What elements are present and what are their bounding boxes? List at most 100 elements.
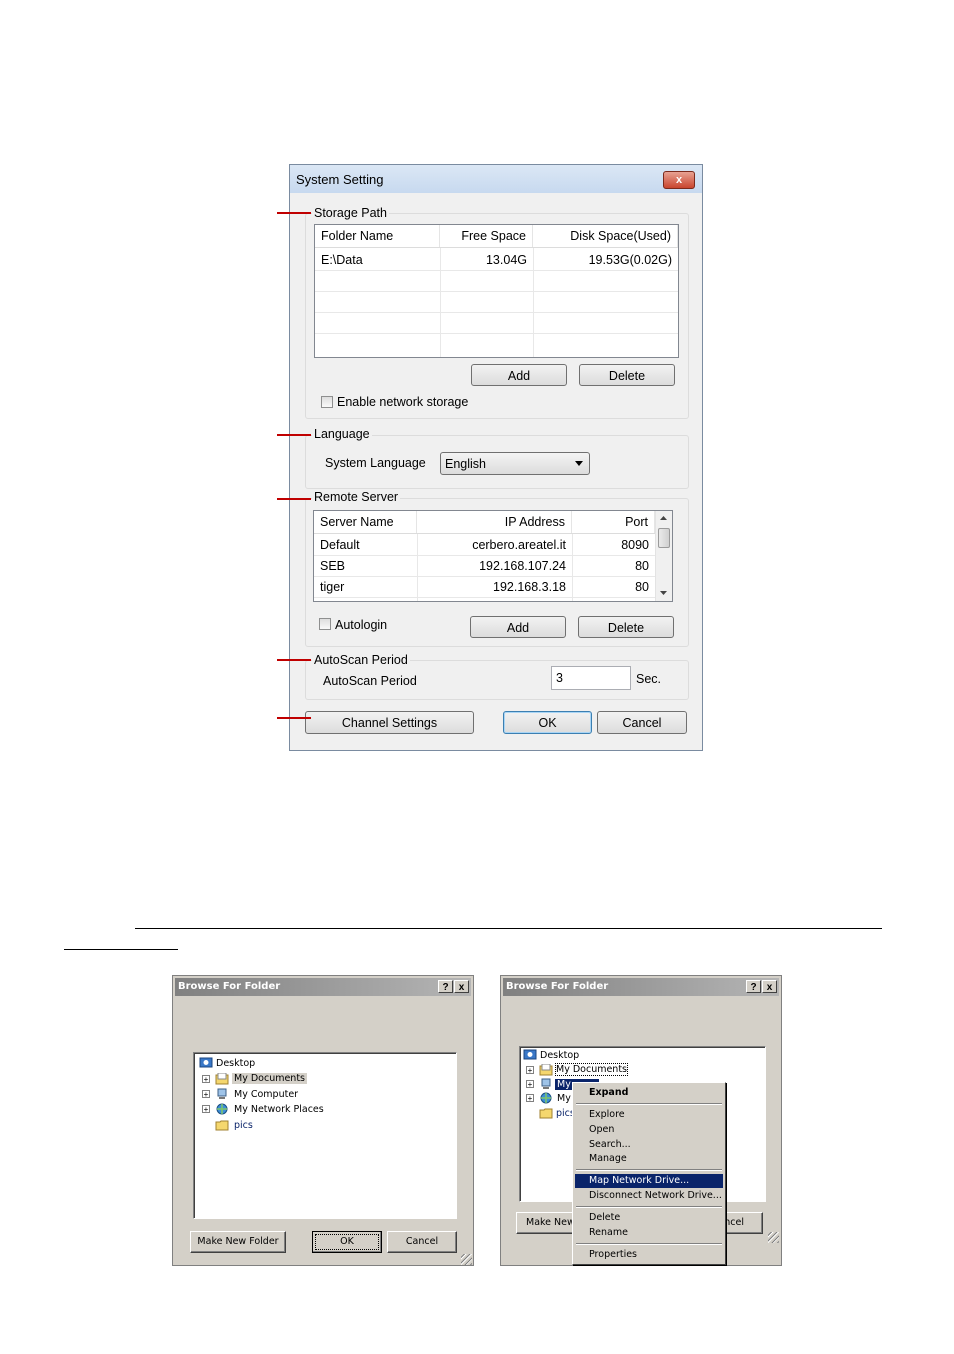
cancel-button[interactable]: Cancel (597, 711, 687, 734)
server-cell-port: 8090 (621, 538, 649, 552)
ok-button[interactable]: OK (503, 711, 592, 734)
expand-icon[interactable]: + (526, 1066, 534, 1075)
browse-folder-dialog-left: Browse For Folder ? x Desktop + My Docum… (172, 975, 474, 1266)
tree-item-my-network-places[interactable]: My (557, 1093, 571, 1104)
tree-item-my-computer[interactable]: My Computer (234, 1089, 298, 1100)
channel-settings-button[interactable]: Channel Settings (305, 711, 474, 734)
computer-icon (217, 1088, 227, 1099)
resize-grip[interactable] (461, 1254, 472, 1265)
computer-icon (541, 1078, 551, 1089)
network-icon (540, 1092, 552, 1104)
language-select[interactable]: English (440, 452, 590, 475)
tree-item-pics[interactable]: pics (234, 1120, 253, 1131)
expand-icon[interactable]: + (526, 1080, 534, 1089)
context-menu: Expand Explore Open Search... Manage Map… (572, 1082, 726, 1265)
menu-item-rename[interactable]: Rename (575, 1226, 723, 1240)
server-cell-port: 80 (635, 559, 649, 573)
scroll-up-icon[interactable] (660, 516, 667, 520)
tree-item-desktop[interactable]: Desktop (216, 1058, 255, 1069)
expand-icon[interactable]: + (526, 1094, 534, 1103)
menu-item-open[interactable]: Open (575, 1123, 723, 1137)
folder-icon (215, 1073, 229, 1085)
ok-button[interactable]: OK (312, 1231, 382, 1253)
cancel-button[interactable]: Cancel (387, 1231, 457, 1253)
storage-cell-folder[interactable]: E:\Data (315, 250, 440, 270)
scroll-thumb[interactable] (658, 528, 670, 548)
column-header-free-space[interactable]: Free Space (440, 225, 533, 247)
expand-icon[interactable]: + (202, 1075, 210, 1084)
expand-icon[interactable]: + (202, 1105, 210, 1114)
storage-path-label: Storage Path (312, 206, 389, 220)
enable-network-storage-checkbox[interactable] (321, 396, 333, 408)
menu-item-search[interactable]: Search... (575, 1138, 723, 1152)
server-cell-ip: cerbero.areatel.it (472, 538, 566, 552)
column-header-server-name[interactable]: Server Name (314, 511, 417, 533)
callout-marker (277, 212, 311, 214)
header-divider (315, 247, 678, 248)
grid-line (315, 312, 678, 313)
server-list[interactable]: Server Name IP Address Port Default cerb… (313, 510, 673, 602)
column-header-folder-name[interactable]: Folder Name (315, 225, 440, 247)
menu-item-properties[interactable]: Properties (575, 1248, 723, 1262)
storage-add-button[interactable]: Add (471, 364, 567, 386)
remote-server-label: Remote Server (312, 490, 401, 504)
enable-network-storage-label: Enable network storage (337, 395, 469, 409)
autologin-label: Autologin (335, 618, 388, 632)
server-add-button[interactable]: Add (470, 616, 566, 638)
callout-marker (277, 498, 311, 500)
menu-separator (576, 1206, 722, 1208)
folder-icon (539, 1064, 553, 1076)
system-language-label: System Language (325, 456, 426, 470)
menu-item-disconnect-network-drive[interactable]: Disconnect Network Drive... (575, 1189, 723, 1203)
server-cell-ip: 192.168.3.18 (493, 580, 566, 594)
scroll-down-icon[interactable] (660, 591, 667, 595)
desktop-icon (523, 1049, 537, 1060)
menu-separator (576, 1243, 722, 1245)
column-header-disk-space[interactable]: Disk Space(Used) (533, 225, 678, 247)
network-icon (216, 1103, 228, 1115)
column-header-port[interactable]: Port (572, 511, 655, 533)
dialog-title: System Setting (296, 172, 384, 187)
menu-item-manage[interactable]: Manage (575, 1152, 723, 1166)
storage-delete-button[interactable]: Delete (579, 364, 675, 386)
server-list-scrollbar[interactable] (655, 511, 672, 601)
resize-grip[interactable] (768, 1232, 779, 1243)
autologin-checkbox[interactable] (319, 618, 331, 630)
autoscan-unit-label: Sec. (636, 672, 662, 686)
folder-tree[interactable]: Desktop + My Documents + My Computer + M… (193, 1052, 457, 1219)
server-cell-name[interactable]: SEB (314, 556, 417, 576)
tree-item-my-documents[interactable]: My Documents (232, 1073, 308, 1084)
server-cell-name[interactable]: tiger (314, 577, 417, 597)
grid-line (315, 291, 678, 292)
autoscan-period-input[interactable]: 3 (551, 666, 631, 690)
storage-cell-disk: 19.53G(0.02G) (588, 253, 672, 267)
tree-item-my-network-places[interactable]: My Network Places (234, 1104, 324, 1115)
close-icon[interactable]: x (454, 980, 469, 993)
title-bar: System Setting x (290, 165, 702, 193)
title-bar: Browse For Folder (175, 978, 471, 996)
help-icon[interactable]: ? (746, 980, 761, 993)
grid-line (314, 597, 655, 598)
tree-item-desktop[interactable]: Desktop (540, 1050, 579, 1061)
close-icon[interactable]: x (663, 171, 695, 189)
menu-item-explore[interactable]: Explore (575, 1108, 723, 1122)
help-icon[interactable]: ? (438, 980, 453, 993)
folder-icon (215, 1120, 229, 1131)
column-header-ip-address[interactable]: IP Address (417, 511, 572, 533)
grid-line (315, 270, 678, 271)
tree-item-my-documents[interactable]: My Documents (554, 1063, 629, 1076)
server-cell-name[interactable]: Default (314, 535, 417, 555)
menu-item-delete[interactable]: Delete (575, 1211, 723, 1225)
expand-icon[interactable]: + (202, 1090, 210, 1099)
close-icon[interactable]: x (762, 980, 777, 993)
title-bar: Browse For Folder (503, 978, 779, 996)
callout-marker (277, 434, 311, 436)
menu-item-expand[interactable]: Expand (575, 1086, 723, 1100)
header-divider (314, 533, 655, 534)
server-delete-button[interactable]: Delete (578, 616, 674, 638)
storage-list[interactable]: Folder Name Free Space Disk Space(Used) … (314, 224, 679, 358)
menu-item-map-network-drive[interactable]: Map Network Drive... (575, 1174, 723, 1188)
callout-marker (277, 659, 311, 661)
make-new-folder-button[interactable]: Make New Folder (190, 1231, 286, 1253)
dialog-title: Browse For Folder (506, 981, 609, 992)
